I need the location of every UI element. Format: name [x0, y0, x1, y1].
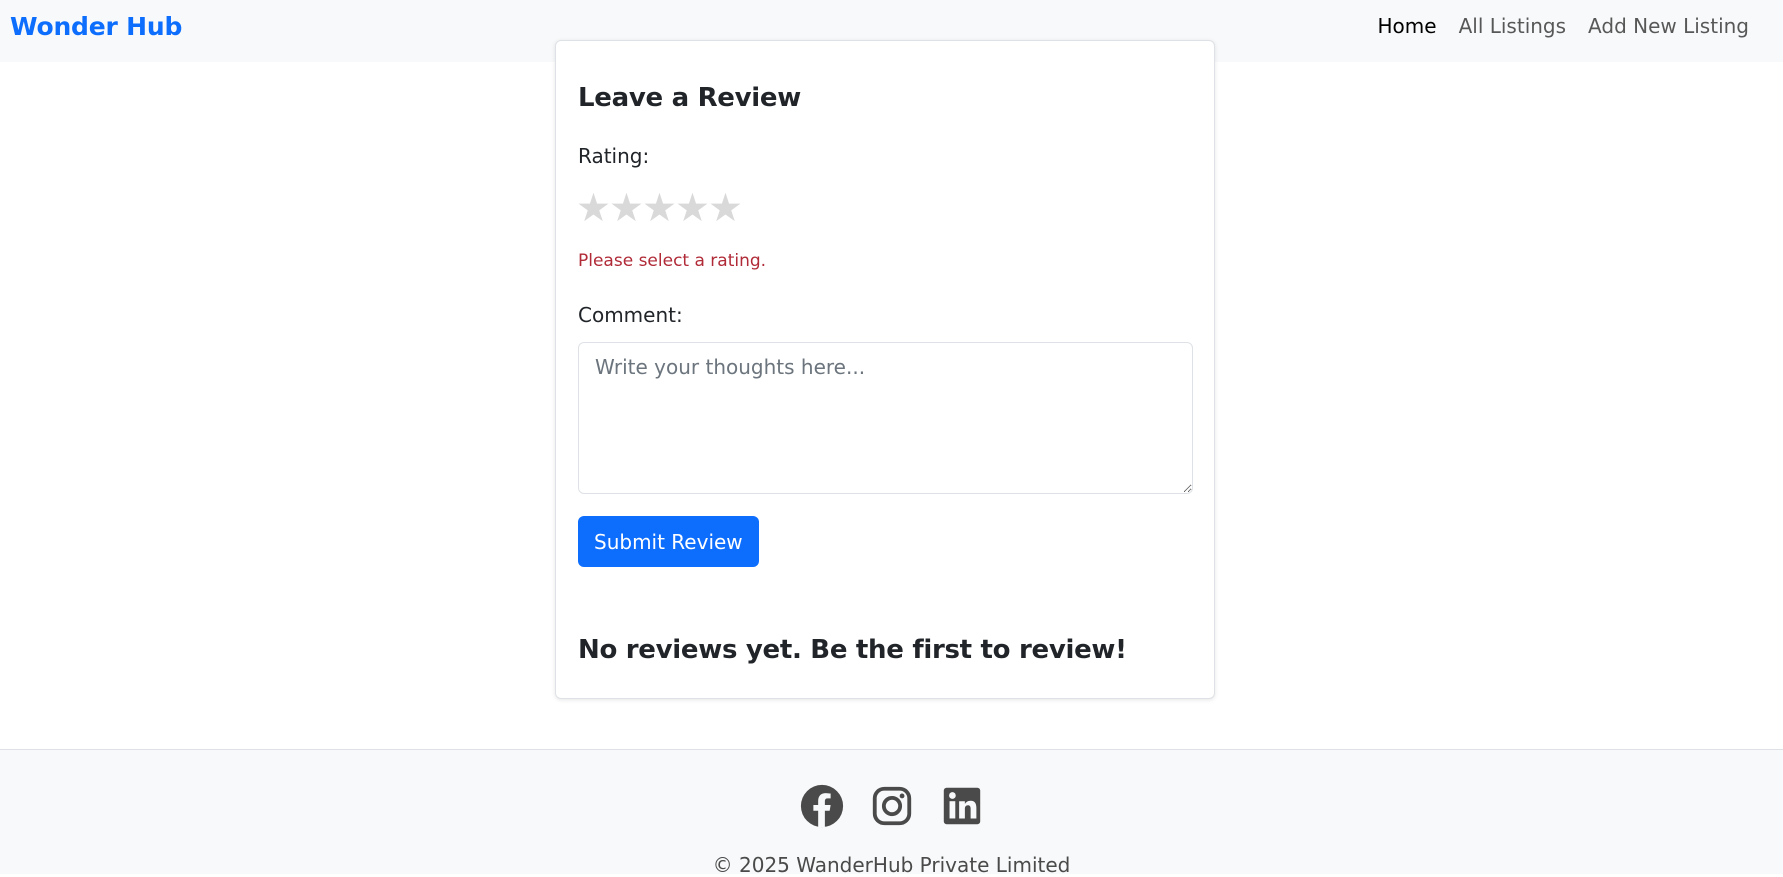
no-reviews-message: No reviews yet. Be the first to review!	[578, 635, 1127, 665]
brand-link[interactable]: Wonder Hub	[10, 12, 182, 41]
instagram-icon	[872, 786, 911, 826]
facebook-icon	[800, 784, 843, 828]
nav-link-add-new-listing[interactable]: Add New Listing	[1588, 14, 1749, 38]
footer: © 2025 WanderHub Private Limited	[0, 749, 1783, 877]
nav-links: Home All Listings Add New Listing	[1378, 14, 1749, 38]
instagram-link[interactable]	[869, 783, 915, 829]
star-3-icon[interactable]: ★	[642, 189, 677, 228]
rating-label: Rating:	[578, 144, 650, 168]
star-5-icon[interactable]: ★	[708, 189, 743, 228]
star-rating: ★ ★ ★ ★ ★	[576, 189, 743, 228]
star-2-icon[interactable]: ★	[609, 189, 644, 228]
star-4-icon[interactable]: ★	[675, 189, 710, 228]
facebook-link[interactable]	[799, 783, 845, 829]
social-links	[0, 783, 1783, 829]
linkedin-icon	[943, 787, 980, 825]
review-heading: Leave a Review	[578, 83, 801, 113]
comment-textarea[interactable]	[578, 342, 1193, 494]
nav-link-home[interactable]: Home	[1378, 14, 1437, 38]
rating-error-message: Please select a rating.	[578, 251, 767, 271]
copyright-text: © 2025 WanderHub Private Limited	[712, 853, 1071, 877]
comment-label: Comment:	[578, 303, 683, 327]
nav-link-all-listings[interactable]: All Listings	[1459, 14, 1566, 38]
review-card: Leave a Review Rating: ★ ★ ★ ★ ★ Please …	[555, 40, 1215, 699]
linkedin-link[interactable]	[939, 783, 985, 829]
star-1-icon[interactable]: ★	[576, 189, 611, 228]
submit-review-button[interactable]: Submit Review	[578, 516, 759, 567]
